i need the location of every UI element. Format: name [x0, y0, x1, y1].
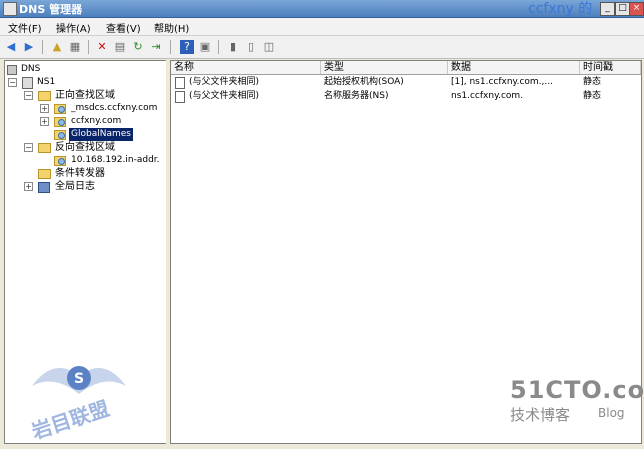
- collapse-icon[interactable]: −: [8, 78, 17, 87]
- watermark-logo-left: S 岩目联盟: [24, 346, 134, 444]
- menu-action[interactable]: 操作(A): [56, 20, 91, 35]
- export-icon[interactable]: ⇥: [149, 40, 163, 54]
- delete-icon[interactable]: ✕: [95, 40, 109, 54]
- server-icon[interactable]: ▮: [226, 40, 240, 54]
- forward-arrow-icon[interactable]: ▶: [22, 40, 36, 54]
- server-icon: [22, 77, 33, 89]
- column-header-type[interactable]: 类型: [321, 61, 448, 74]
- show-tree-icon[interactable]: ▦: [68, 40, 82, 54]
- collapse-icon[interactable]: −: [24, 143, 33, 152]
- up-folder-icon[interactable]: ▲: [50, 40, 64, 54]
- maximize-button[interactable]: □: [615, 2, 630, 16]
- watermark-site: 51CTO.com: [510, 376, 644, 404]
- folder-icon: [38, 91, 51, 101]
- dns-icon: [7, 65, 17, 75]
- menu-help[interactable]: 帮助(H): [154, 20, 189, 35]
- minimize-button[interactable]: _: [600, 2, 615, 16]
- record-icon[interactable]: ▯: [244, 40, 258, 54]
- folder-icon: [38, 169, 51, 179]
- watermark-blog: Blog: [598, 406, 625, 420]
- expand-icon[interactable]: +: [40, 104, 49, 113]
- properties-icon[interactable]: ▤: [113, 40, 127, 54]
- column-header-data[interactable]: 数据: [448, 61, 580, 74]
- help-icon[interactable]: ?: [180, 40, 194, 54]
- column-header-timestamp[interactable]: 时间戳: [580, 61, 641, 74]
- record-icon: [175, 91, 185, 103]
- status-bar: [0, 444, 644, 449]
- watermark-right: 51CTO.com 技术博客 Blog: [510, 376, 644, 424]
- overlay-text: ccfxny 的: [528, 1, 593, 17]
- expand-icon[interactable]: +: [40, 117, 49, 126]
- zone-icon: [54, 117, 66, 127]
- folder-icon: [38, 143, 51, 153]
- event-log-icon: [38, 182, 50, 193]
- toolbar: ◀ ▶ ▲ ▦ ✕ ▤ ↻ ⇥ ? ▣ ▮ ▯ ◫: [0, 36, 644, 59]
- dns-app-icon: [3, 2, 17, 16]
- table-row[interactable]: (与父文件夹相同) 名称服务器(NS) ns1.ccfxny.com. 静态: [171, 89, 641, 103]
- zone-icon: [54, 130, 66, 140]
- table-row[interactable]: (与父文件夹相同) 起始授权机构(SOA) [1], ns1.ccfxny.co…: [171, 75, 641, 89]
- menu-file[interactable]: 文件(F): [8, 20, 42, 35]
- window-title: DNS 管理器: [19, 3, 83, 16]
- console-icon[interactable]: ▣: [198, 40, 212, 54]
- svg-text:S: S: [74, 371, 84, 387]
- expand-icon[interactable]: +: [24, 182, 33, 191]
- menu-view[interactable]: 查看(V): [106, 20, 141, 35]
- close-button[interactable]: ×: [629, 2, 644, 16]
- column-header-name[interactable]: 名称: [171, 61, 321, 74]
- toolbar-separator: [170, 40, 171, 54]
- refresh-icon[interactable]: ↻: [131, 40, 145, 54]
- toolbar-separator: [88, 40, 89, 54]
- toolbar-separator: [42, 40, 43, 54]
- dns-manager-window: DNS 管理器 ccfxny 的 _ □ × 文件(F) 操作(A) 查看(V)…: [0, 0, 644, 449]
- zone-icon: [54, 156, 66, 166]
- toolbar-separator: [218, 40, 219, 54]
- collapse-icon[interactable]: −: [24, 91, 33, 100]
- menu-bar: 文件(F) 操作(A) 查看(V) 帮助(H): [0, 18, 644, 36]
- watermark-subtitle: 技术博客: [510, 406, 571, 424]
- zone-icon[interactable]: ◫: [262, 40, 276, 54]
- title-bar[interactable]: DNS 管理器 ccfxny 的 _ □ ×: [0, 0, 644, 18]
- record-icon: [175, 77, 185, 89]
- back-arrow-icon[interactable]: ◀: [4, 40, 18, 54]
- list-header: 名称 类型 数据 时间戳: [171, 61, 641, 75]
- zone-icon: [54, 104, 66, 114]
